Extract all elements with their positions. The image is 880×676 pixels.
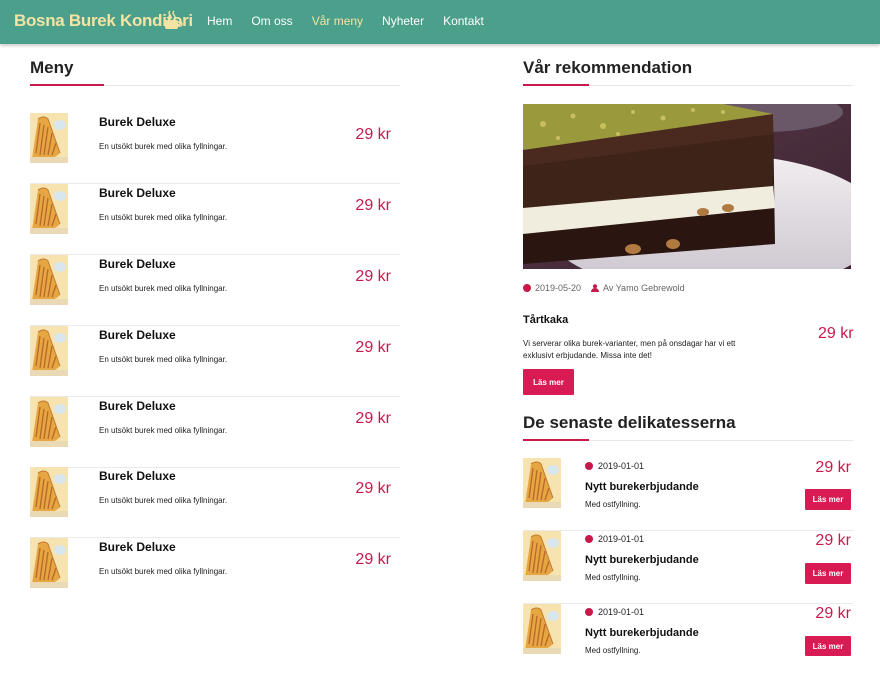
- clock-icon: [585, 535, 593, 543]
- latest-read-more-button[interactable]: Läs mer: [805, 489, 851, 510]
- burek-thumbnail: [30, 113, 68, 163]
- burek-thumbnail: [30, 255, 68, 305]
- burek-thumbnail: [30, 326, 68, 376]
- menu-item-name: Burek Deluxe: [99, 328, 176, 342]
- menu-item-price: 29 kr: [355, 480, 391, 497]
- clock-icon: [523, 284, 531, 292]
- latest-item-title: Nytt burekerbjudande: [585, 554, 699, 566]
- recommendation-price: 29 kr: [818, 325, 854, 342]
- latest-item-desc: Med ostfyllning.: [585, 646, 641, 655]
- menu-item-desc: En utsökt burek med olika fyllningar.: [99, 355, 228, 364]
- menu-item-desc: En utsökt burek med olika fyllningar.: [99, 567, 228, 576]
- coffee-cup-icon: [165, 10, 183, 29]
- menu-heading-rule: [30, 84, 400, 86]
- menu-item[interactable]: Burek Deluxe En utsökt burek med olika f…: [30, 255, 400, 326]
- menu-heading: Meny: [30, 58, 74, 77]
- latest-item-title: Nytt burekerbjudande: [585, 481, 699, 493]
- menu-item-name: Burek Deluxe: [99, 399, 176, 413]
- menu-item-price: 29 kr: [355, 339, 391, 356]
- menu-item-desc: En utsökt burek med olika fyllningar.: [99, 213, 228, 222]
- latest-read-more-button[interactable]: Läs mer: [805, 563, 851, 584]
- date-text: 2019-01-01: [598, 461, 645, 471]
- menu-item-desc: En utsökt burek med olika fyllningar.: [99, 426, 228, 435]
- menu-item[interactable]: Burek Deluxe En utsökt burek med olika f…: [30, 113, 400, 184]
- latest-item-title: Nytt burekerbjudande: [585, 627, 699, 639]
- burek-thumbnail: [30, 538, 68, 588]
- menu-item[interactable]: Burek Deluxe En utsökt burek med olika f…: [30, 397, 400, 468]
- burek-thumbnail: [30, 397, 68, 447]
- latest-heading: De senaste delikatesserna: [523, 413, 736, 432]
- recommendation-meta: 2019-05-20 Av Yamo Gebrewold: [523, 283, 685, 293]
- latest-item-date: 2019-01-01: [585, 461, 644, 471]
- nav-link-kontakt[interactable]: Kontakt: [443, 14, 484, 28]
- recommendation-heading: Vår rekommendation: [523, 58, 693, 77]
- date-text: 2019-01-01: [598, 607, 645, 617]
- date-text: 2019-01-01: [598, 534, 645, 544]
- menu-item[interactable]: Burek Deluxe En utsökt burek med olika f…: [30, 184, 400, 255]
- latest-item-date: 2019-01-01: [585, 607, 644, 617]
- latest-item[interactable]: 2019-01-01 Nytt burekerbjudande Med ostf…: [523, 458, 853, 531]
- recommendation-date: 2019-05-20: [535, 283, 582, 293]
- menu-item[interactable]: Burek Deluxe En utsökt burek med olika f…: [30, 538, 400, 608]
- clock-icon: [585, 608, 593, 616]
- nav-link-om-oss[interactable]: Om oss: [251, 14, 292, 28]
- latest-heading-rule: [523, 439, 853, 441]
- cake-photo: [523, 104, 851, 269]
- menu-item-name: Burek Deluxe: [99, 540, 176, 554]
- recommendation-heading-rule: [523, 84, 853, 86]
- top-navbar: Bosna Burek Konditori Hem Om oss Vår men…: [0, 0, 880, 44]
- burek-thumbnail: [523, 458, 561, 508]
- latest-item[interactable]: 2019-01-01 Nytt burekerbjudande Med ostf…: [523, 604, 853, 676]
- menu-item-price: 29 kr: [355, 126, 391, 143]
- nav-links: Hem Om oss Vår meny Nyheter Kontakt: [207, 14, 503, 28]
- menu-item-name: Burek Deluxe: [99, 186, 176, 200]
- latest-item-desc: Med ostfyllning.: [585, 500, 641, 509]
- latest-item[interactable]: 2019-01-01 Nytt burekerbjudande Med ostf…: [523, 531, 853, 604]
- menu-item-price: 29 kr: [355, 410, 391, 427]
- burek-thumbnail: [30, 467, 68, 517]
- recommendation-read-more-button[interactable]: Läs mer: [523, 369, 574, 395]
- latest-item-date: 2019-01-01: [585, 534, 644, 544]
- recommendation-title: Tårtkaka: [523, 314, 569, 326]
- menu-item[interactable]: Burek Deluxe En utsökt burek med olika f…: [30, 467, 400, 538]
- menu-item-name: Burek Deluxe: [99, 469, 176, 483]
- recommendation-desc: Vi serverar olika burek-varianter, men p…: [523, 339, 736, 360]
- latest-item-price: 29 kr: [815, 605, 851, 622]
- menu-item-desc: En utsökt burek med olika fyllningar.: [99, 284, 228, 293]
- nav-link-nyheter[interactable]: Nyheter: [382, 14, 424, 28]
- menu-item-price: 29 kr: [355, 551, 391, 568]
- latest-item-price: 29 kr: [815, 459, 851, 476]
- nav-link-var-meny[interactable]: Vår meny: [312, 14, 363, 28]
- menu-item-desc: En utsökt burek med olika fyllningar.: [99, 496, 228, 505]
- menu-item-price: 29 kr: [355, 268, 391, 285]
- menu-item-desc: En utsökt burek med olika fyllningar.: [99, 142, 228, 151]
- menu-item-price: 29 kr: [355, 197, 391, 214]
- user-icon: [591, 284, 600, 292]
- burek-thumbnail: [523, 531, 561, 581]
- menu-item-name: Burek Deluxe: [99, 115, 176, 129]
- recommendation-author: Av Yamo Gebrewold: [603, 283, 685, 293]
- nav-link-hem[interactable]: Hem: [207, 14, 232, 28]
- menu-item-name: Burek Deluxe: [99, 257, 176, 271]
- burek-thumbnail: [523, 604, 561, 654]
- latest-item-desc: Med ostfyllning.: [585, 573, 641, 582]
- clock-icon: [585, 462, 593, 470]
- latest-item-price: 29 kr: [815, 532, 851, 549]
- latest-read-more-button[interactable]: Läs mer: [805, 636, 851, 656]
- menu-item[interactable]: Burek Deluxe En utsökt burek med olika f…: [30, 326, 400, 397]
- burek-thumbnail: [30, 184, 68, 234]
